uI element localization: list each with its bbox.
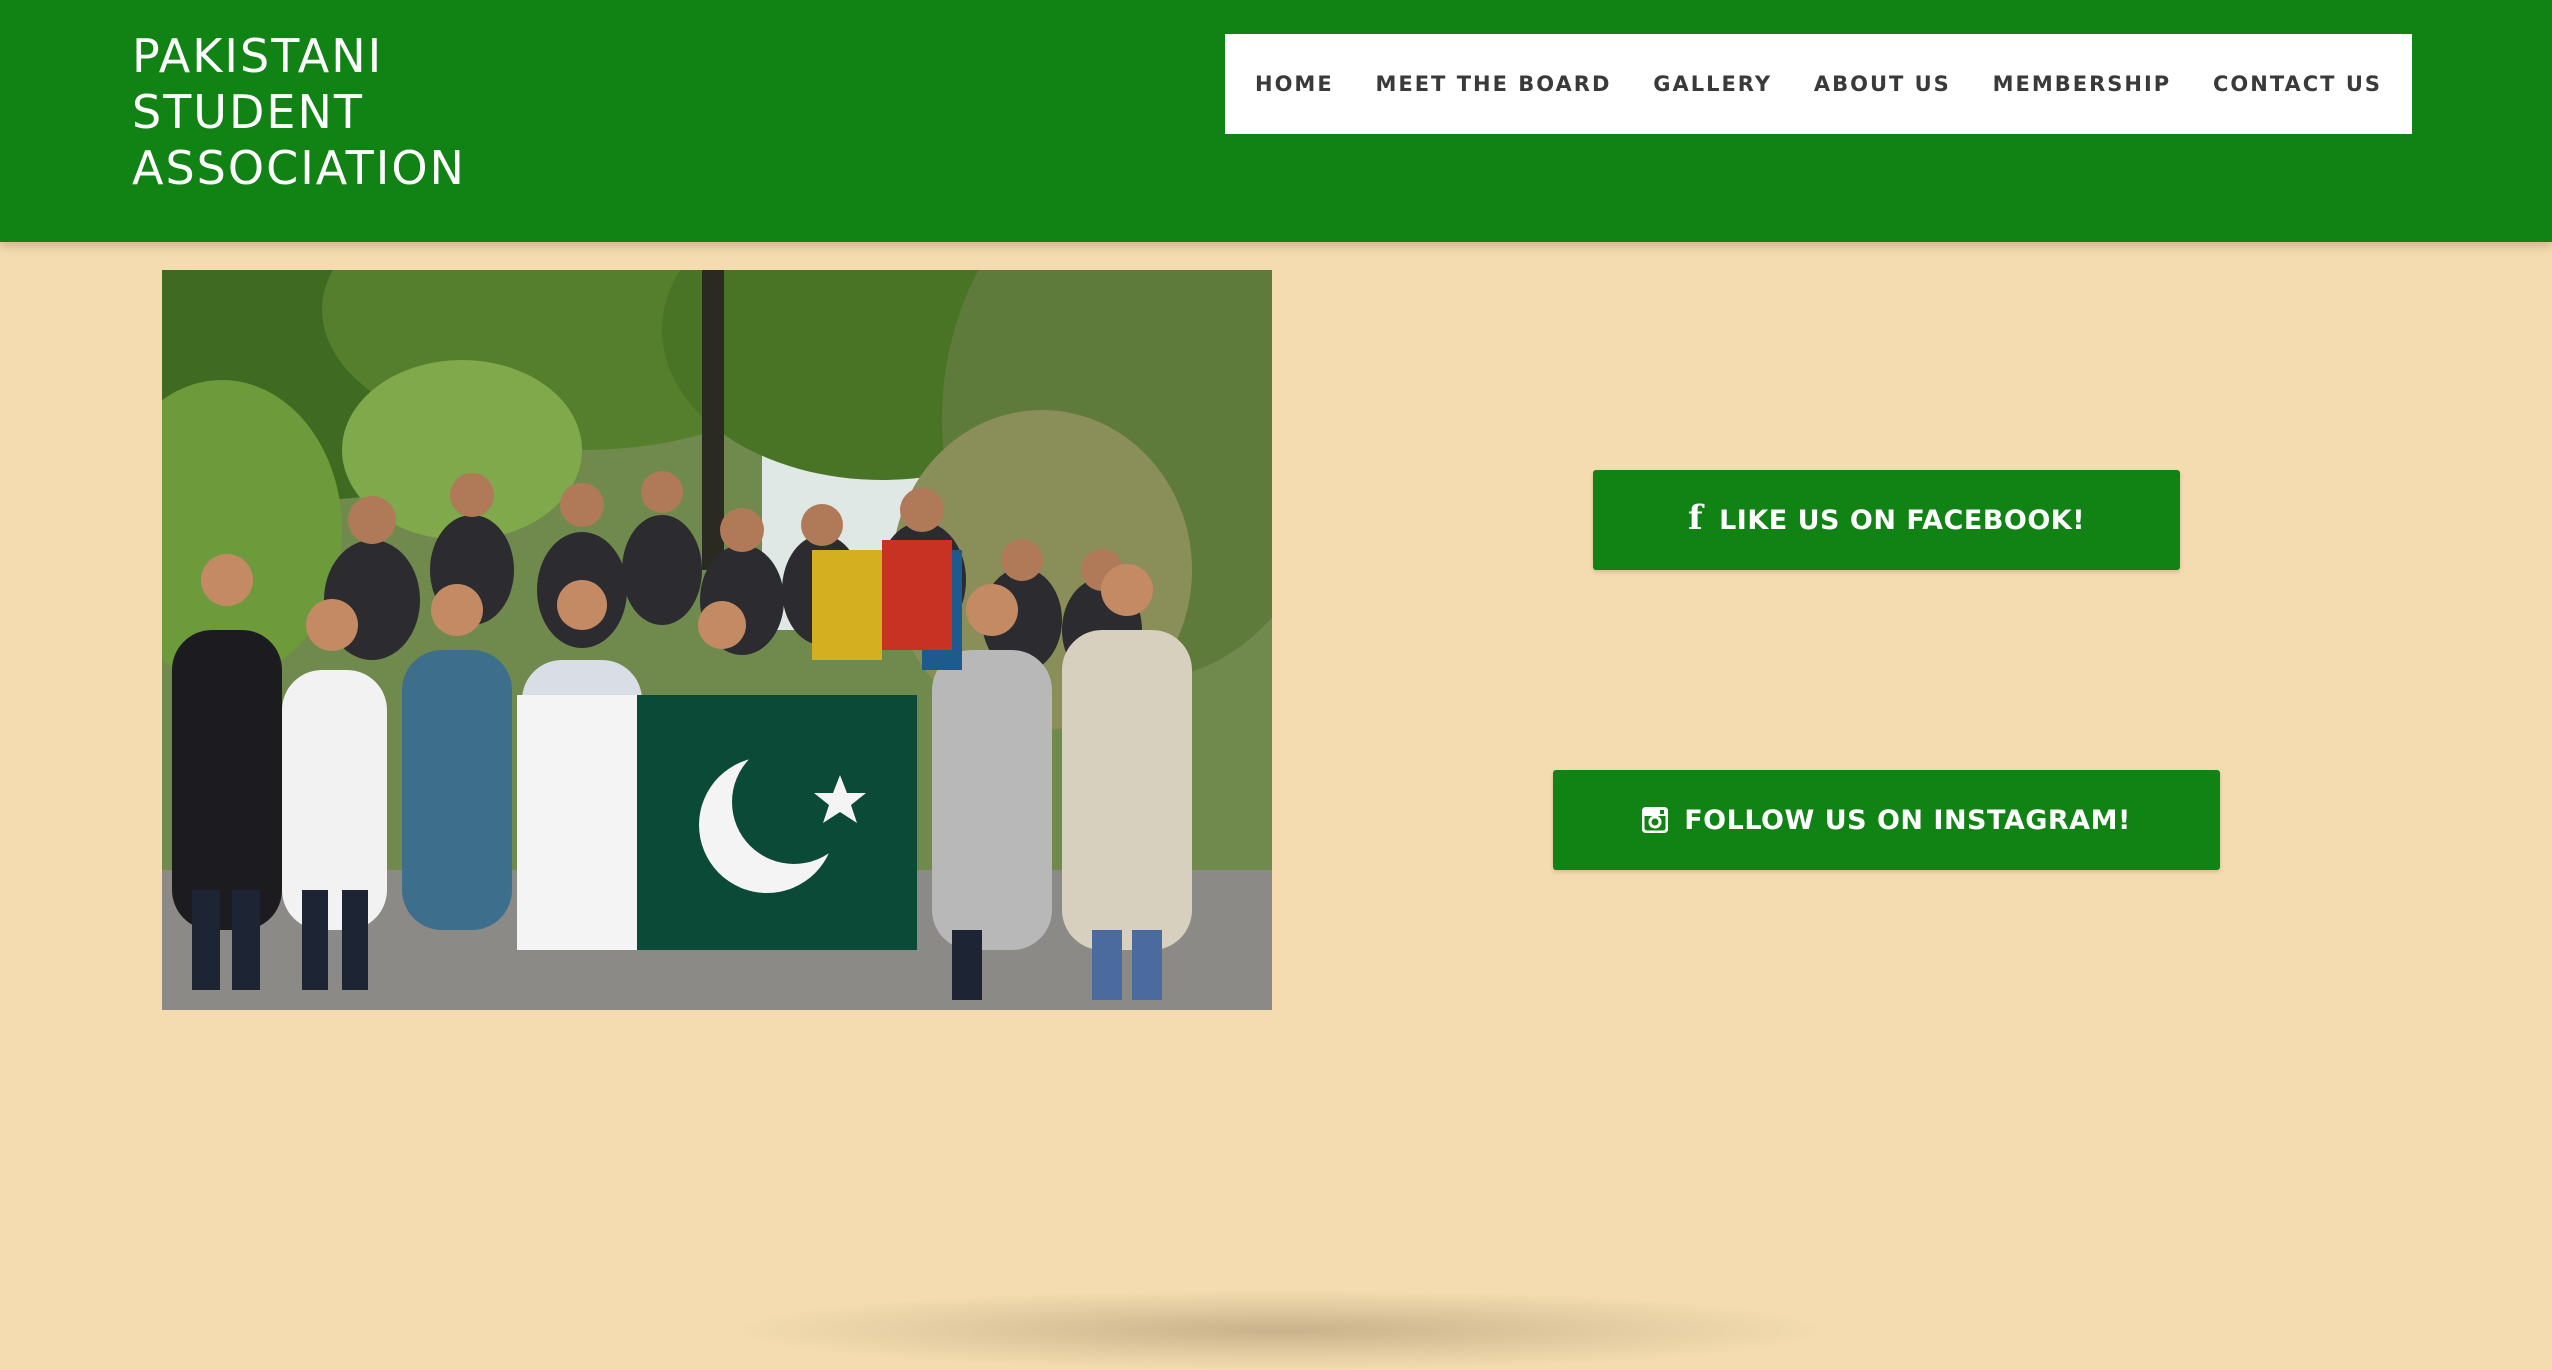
- instagram-button-label: FOLLOW US ON INSTAGRAM!: [1684, 804, 2131, 836]
- facebook-button-label: LIKE US ON FACEBOOK!: [1719, 504, 2086, 536]
- site-header: PAKISTANI STUDENT ASSOCIATION HOME MEET …: [0, 0, 2552, 242]
- nav-item-about-us[interactable]: ABOUT US: [1814, 72, 1951, 96]
- nav-item-meet-the-board[interactable]: MEET THE BOARD: [1375, 72, 1611, 96]
- group-photo: [162, 270, 1272, 1010]
- site-title[interactable]: PAKISTANI STUDENT ASSOCIATION: [132, 28, 466, 196]
- facebook-button[interactable]: f LIKE US ON FACEBOOK!: [1593, 470, 2180, 570]
- nav-item-membership[interactable]: MEMBERSHIP: [1993, 72, 2172, 96]
- footer-shadow: [740, 1290, 1820, 1370]
- main-nav: HOME MEET THE BOARD GALLERY ABOUT US MEM…: [1225, 34, 2412, 134]
- instagram-icon: [1642, 807, 1669, 833]
- nav-item-contact-us[interactable]: CONTACT US: [2213, 72, 2382, 96]
- nav-item-gallery[interactable]: GALLERY: [1653, 72, 1772, 96]
- instagram-button[interactable]: FOLLOW US ON INSTAGRAM!: [1553, 770, 2220, 870]
- nav-item-home[interactable]: HOME: [1255, 72, 1334, 96]
- facebook-icon: f: [1687, 498, 1704, 538]
